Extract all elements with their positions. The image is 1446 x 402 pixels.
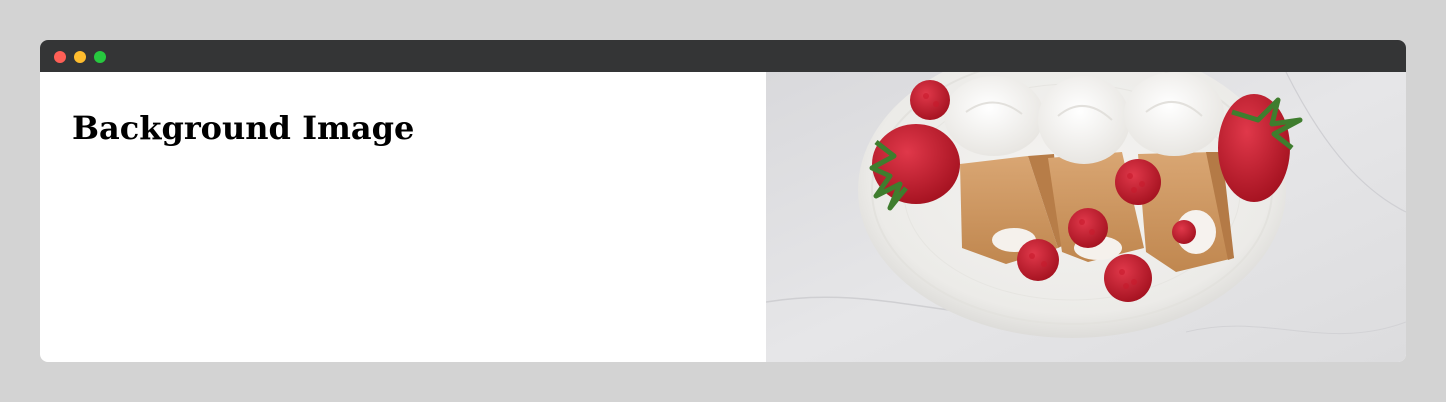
close-dot-icon[interactable] [54,51,66,63]
minimize-dot-icon[interactable] [74,51,86,63]
maximize-dot-icon[interactable] [94,51,106,63]
page-content: Background Image [40,72,1406,362]
browser-window: Background Image [40,40,1406,362]
window-titlebar [40,40,1406,72]
page-heading: Background Image [72,109,415,147]
crepes-photo-icon [766,72,1406,362]
background-image [766,72,1406,362]
